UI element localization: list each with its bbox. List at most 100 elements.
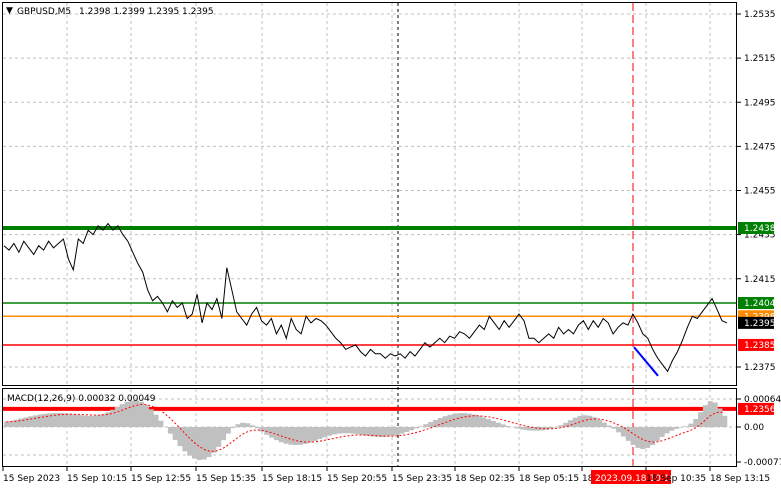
symbol-dropdown-icon[interactable]: ▼ [6,6,13,16]
macd-histogram-bar [423,424,429,427]
macd-histogram-bar [481,417,487,427]
macd-histogram-bar [630,427,636,445]
level-label-text: 1.2385 [744,341,776,351]
macd-histogram-bar [577,415,583,427]
macd-histogram-bar [408,427,414,431]
macd-histogram-bar [85,415,92,427]
macd-tick-label: -0.00077 [744,458,781,468]
macd-histogram-bar [351,427,357,434]
macd-histogram-bar [722,415,728,427]
macd-histogram-bar [346,427,352,434]
macd-histogram-bar [76,414,82,427]
macd-histogram-bar [37,414,43,427]
price-tick-label: 1.2535 [744,10,776,20]
macd-histogram-bar [187,427,193,456]
macd-histogram-bar [71,414,77,427]
macd-histogram-bar [664,427,670,434]
macd-histogram-bar [42,413,48,427]
macd-histogram-bar [635,427,641,448]
macd-histogram-bar [596,419,602,427]
macd-histogram-bar [519,427,525,430]
macd-histogram-bar [23,417,29,427]
macd-histogram-bar [4,421,10,427]
macd-histogram-bar [124,401,130,427]
price-tick-label: 1.2495 [744,98,776,108]
macd-histogram-bar [235,424,241,427]
macd-histogram-bar [249,425,255,427]
macd-histogram-bar [100,414,106,427]
macd-histogram-bar [211,427,217,453]
macd-histogram-bar [476,415,482,427]
chart-window[interactable]: ▼ GBPUSD,M5 1.2398 1.2399 1.2395 1.2395 … [0,0,781,489]
macd-histogram-bar [471,414,477,427]
macd-histogram-bar [66,413,72,427]
macd-histogram-bar [331,427,337,435]
price-tick-label: 1.2375 [744,363,776,373]
macd-histogram-bar [216,427,222,447]
macd-histogram-bar [326,427,333,436]
time-axis: 15 Sep 2023 15 Sep 10:15 15 Sep 12:55 15 Se… [2,467,770,484]
macd-histogram-bar [505,425,511,427]
current-price-label: 1.2395 [744,319,776,329]
header-symbol: GBPUSD,M5 [17,7,71,17]
macd-histogram-bar [365,427,371,436]
macd-histogram-bar [307,427,313,443]
macd-histogram-bar [394,427,400,435]
macd-histogram-bar [611,427,617,429]
macd-histogram-bar [486,419,492,427]
macd-histogram-bar [134,400,140,427]
macd-histogram-bar [524,427,530,431]
macd-histogram-bar [119,404,125,427]
macd-tick-label: 0.00064 [744,395,781,405]
macd-histogram-bar [293,427,299,446]
macd-histogram-bar [514,427,521,429]
macd-histogram-bar [201,427,207,460]
macd-histogram-bar [341,427,347,434]
time-tick-label: 15 Sep 23:35 [392,474,452,484]
macd-histogram-bar [230,427,236,429]
time-tick-label: 15 Sep 12:55 [131,474,191,484]
macd-histogram-bar [61,413,67,427]
time-tick-label: 15 Sep 10:15 [67,474,127,484]
macd-histogram-bar [259,427,265,432]
macd-histogram-bar [698,412,704,427]
macd-histogram-bar [143,404,149,427]
macd-histogram-bar [659,427,665,437]
macd-histogram-bar [158,420,164,427]
time-tick-label: 18 Sep 10:35 [646,474,706,484]
macd-histogram-bar [413,427,419,429]
time-tick-label: 18 Sep 13:15 [710,474,770,484]
macd-histogram-bar [254,427,260,429]
level-labels: 1.24381.24041.23981.23851.23561.2395 [738,222,776,415]
macd-histogram-bar [81,415,87,427]
macd-histogram-bar [278,427,284,443]
macd-histogram-bar [322,427,328,438]
price-tick-label: 1.2455 [744,187,776,197]
macd-histogram-bar [245,423,251,427]
macd-histogram-bar [572,417,578,427]
macd-histogram-bar [558,425,564,427]
macd-histogram-bar [640,427,646,449]
time-tick-label: 18 Sep 02:35 [455,474,515,484]
macd-histogram-bar [606,425,612,427]
time-tick-label: 15 Sep 15:35 [196,474,256,484]
time-tick-label: 18 Sep 05:15 [519,474,579,484]
macd-histogram-bar [90,415,96,427]
macd-histogram-bar [399,427,405,434]
price-tick-label: 1.2515 [744,54,776,64]
macd-histogram-bar [389,427,395,436]
macd-histogram-bar [707,401,713,427]
macd-histogram-bar [495,422,501,427]
macd-histogram-bar [312,427,318,441]
macd-histogram-bar [288,427,294,445]
macd-histogram-bar [437,418,443,427]
level-label-text: 1.2356 [744,405,776,415]
macd-histogram-bar [28,416,34,427]
macd-histogram-bar [717,408,723,427]
macd-histogram-bar [220,427,227,441]
macd-histogram-bar [466,413,472,427]
macd-histogram-bar [404,427,410,433]
macd-histogram-bar [114,406,120,427]
level-label-text: 1.2404 [744,299,776,309]
header-ohlc: 1.2398 1.2399 1.2395 1.2395 [79,7,214,17]
